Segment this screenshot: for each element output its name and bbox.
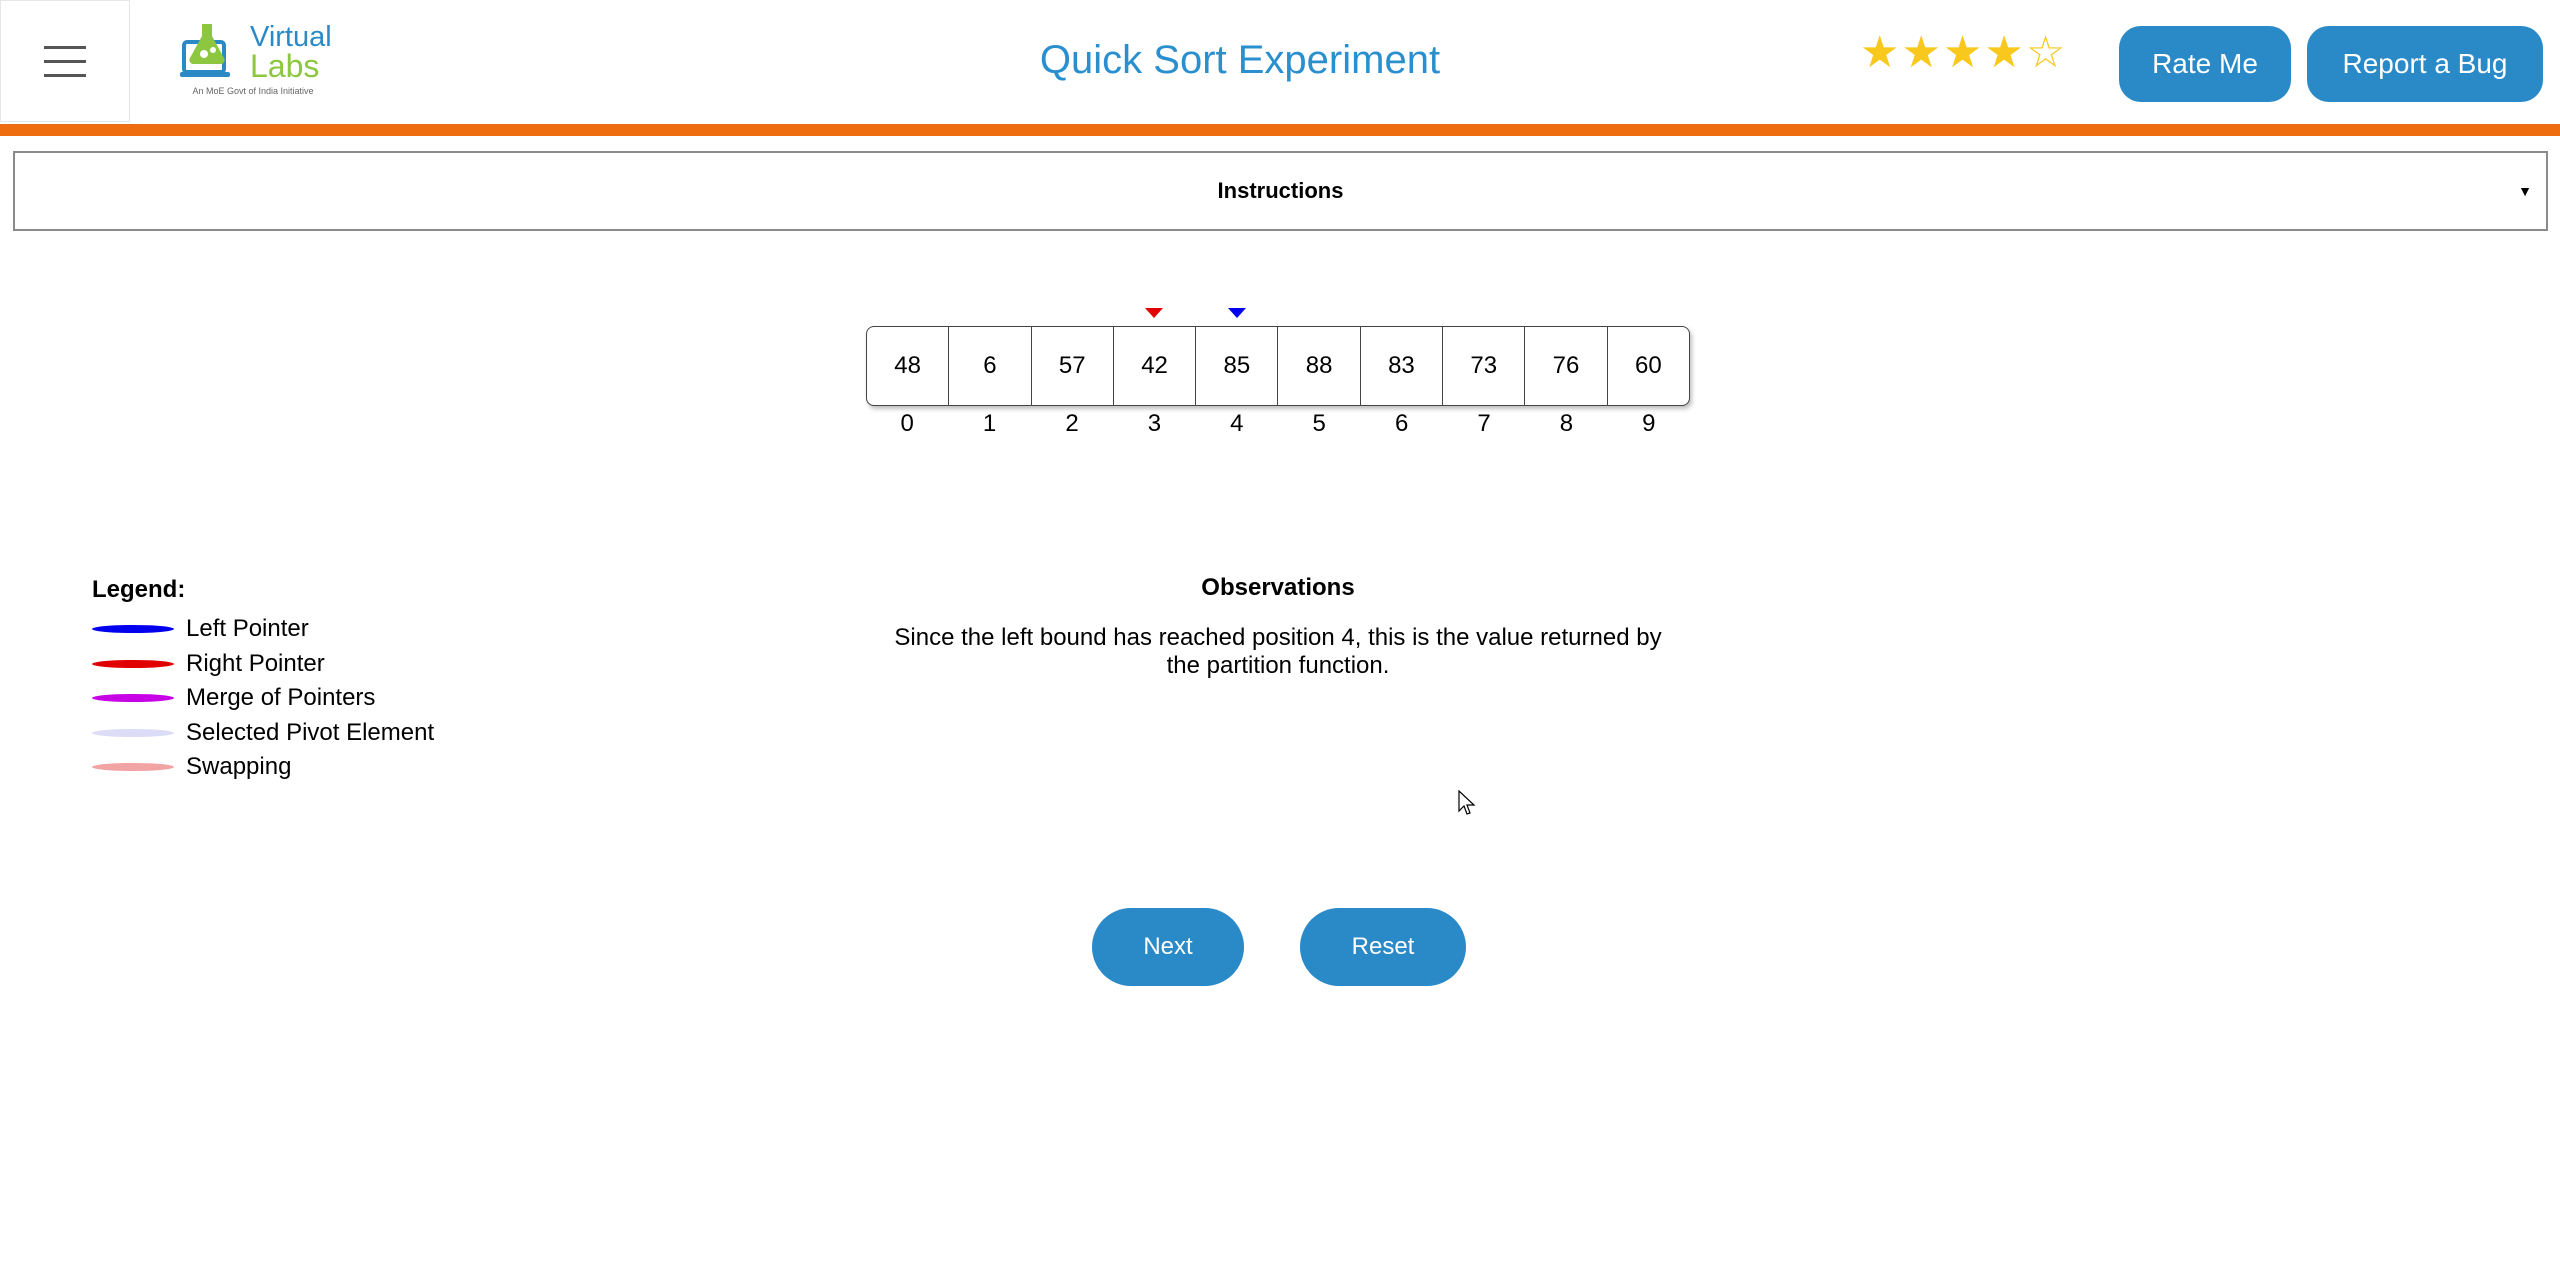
observations-panel: Observations Since the left bound has re… [890,574,1666,680]
array-index-label: 8 [1559,410,1574,437]
logo-subtitle: Labs [250,48,320,84]
legend-swatch [92,728,174,737]
array-cell: 76 [1524,327,1606,405]
page-title: Quick Sort Experiment [1039,38,1441,82]
array-cell: 57 [1030,327,1113,405]
legend-item: Merge of Pointers [92,681,434,716]
left-pointer-marker [1227,308,1246,318]
logo-tagline: An MoE Govt of India Initiative [192,86,314,96]
star-rating[interactable]: ★ ★ ★ ★ ☆ [1860,30,2065,76]
array-indices: 0 1 2 3 4 5 6 7 8 9 [866,410,1690,438]
array-index-label: 3 [1147,410,1162,437]
observations-text: Since the left bound has reached positio… [894,624,1662,679]
array-index-label: 9 [1642,410,1656,437]
legend-item: Left Pointer [92,612,434,647]
array-index-label: 5 [1312,410,1326,437]
array-cell: 42 [1112,327,1195,405]
array-visualization: 48 6 57 42 85 88 83 73 76 60 [866,326,1690,406]
legend-title: Legend: [92,576,186,603]
array-cell: 73 [1442,327,1524,405]
hamburger-menu-icon[interactable] [0,0,130,122]
array-index-label: 2 [1065,410,1079,437]
array-cell: 85 [1195,327,1277,405]
array-index-label: 0 [900,410,914,437]
report-bug-button[interactable]: Report a Bug [2307,26,2543,102]
legend-swatch [92,659,174,668]
legend-swatch [92,763,174,772]
instructions-dropdown[interactable]: Instructions ▼ [13,151,2548,231]
array-cell: 60 [1606,327,1689,405]
array-cell: 83 [1359,327,1442,405]
dropdown-caret-icon: ▼ [2518,183,2532,199]
star-filled-icon[interactable]: ★ [1860,30,1899,76]
rate-me-button[interactable]: Rate Me [2119,26,2291,102]
legend-item: Selected Pivot Element [92,716,434,751]
star-filled-icon[interactable]: ★ [1984,30,2023,76]
legend-item: Swapping [92,750,434,785]
logo-flask-icon [180,24,230,77]
legend-swatch [92,625,174,634]
legend: Legend: Left Pointer Right Pointer Merge o… [92,576,434,785]
header-divider [0,124,2560,136]
array-cell: 88 [1277,327,1359,405]
array-index-label: 4 [1230,410,1244,437]
star-filled-icon[interactable]: ★ [1943,30,1982,76]
reset-button[interactable]: Reset [1300,908,1466,986]
star-filled-icon[interactable]: ★ [1901,30,1940,76]
observations-title: Observations [1201,574,1355,601]
legend-item: Right Pointer [92,647,434,682]
array-index-label: 7 [1477,410,1491,437]
legend-label: Right Pointer [186,649,325,677]
header: Virtual Labs An MoE Govt of India Initia… [0,0,2560,124]
legend-label: Merge of Pointers [186,684,376,712]
array-cell: 48 [894,352,921,379]
instructions-label: Instructions [1217,178,1344,203]
star-empty-icon[interactable]: ☆ [2026,30,2065,76]
legend-swatch [92,694,174,703]
right-pointer-marker [1145,308,1164,318]
legend-label: Swapping [186,753,292,781]
virtual-labs-logo[interactable]: Virtual Labs An MoE Govt of India Initia… [178,18,332,104]
mouse-cursor-icon [1458,790,1476,815]
array-index-label: 6 [1394,410,1409,437]
legend-label: Selected Pivot Element [186,718,435,746]
legend-label: Left Pointer [186,615,309,643]
array-cell: 6 [948,327,1030,405]
array-index-label: 1 [982,410,997,437]
next-button[interactable]: Next [1092,908,1244,986]
